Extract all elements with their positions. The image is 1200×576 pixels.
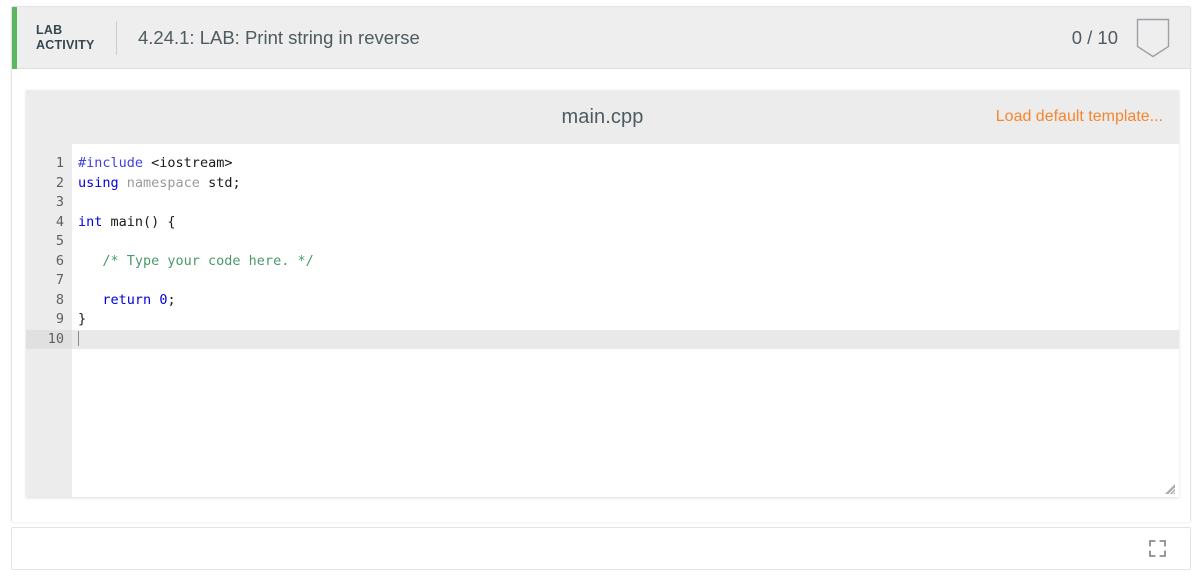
line-number: 5 <box>55 233 64 249</box>
code-line[interactable] <box>72 329 1179 349</box>
line-number-gutter: 1 2 3 4 5 6 7 8 9 10 <box>26 144 72 497</box>
code-token: } <box>78 311 87 327</box>
load-default-template-link[interactable]: Load default template... <box>996 108 1163 126</box>
resize-handle-icon[interactable] <box>1162 481 1176 495</box>
line-number: 8 <box>55 291 64 308</box>
score-value: 0 / 10 <box>1071 26 1118 48</box>
header-divider <box>116 20 117 55</box>
line-number: 6 <box>55 252 64 269</box>
lab-tag-line-1: LAB <box>36 22 63 37</box>
fullscreen-expand-icon[interactable] <box>1149 540 1166 557</box>
lab-tag-line-2: ACTIVITY <box>36 37 95 52</box>
line-number: 3 <box>55 194 64 210</box>
code-line[interactable] <box>78 271 1179 291</box>
lab-activity-tag: LAB ACTIVITY <box>36 23 108 53</box>
line-number: 4 <box>55 213 64 230</box>
shield-outline-icon <box>1136 18 1170 57</box>
line-number: 9 <box>55 311 64 327</box>
code-token: <iostream> <box>151 155 233 171</box>
activity-body: main.cpp Load default template... 1 2 3 4 5 6… <box>12 69 1190 522</box>
code-line[interactable]: #include <iostream> <box>78 154 1179 174</box>
code-token: namespace <box>126 174 200 191</box>
line-number: 1 <box>55 155 64 171</box>
text-cursor <box>78 330 79 346</box>
activity-card: LAB ACTIVITY 4.24.1: LAB: Print string i… <box>11 6 1191 522</box>
code-editor[interactable]: 1 2 3 4 5 6 7 8 9 10 #include <iostream> using nam… <box>26 144 1179 497</box>
editor-filename: main.cpp <box>561 105 644 128</box>
code-editor-widget: main.cpp Load default template... 1 2 3 4 5 6… <box>26 90 1179 497</box>
code-line[interactable]: using namespace std; <box>78 174 1179 194</box>
code-token: using <box>78 174 119 191</box>
code-token: /* Type your code here. */ <box>78 252 314 269</box>
editor-header: main.cpp Load default template... <box>26 90 1179 144</box>
code-token: ; <box>167 291 176 308</box>
lab-activity-page: LAB ACTIVITY 4.24.1: LAB: Print string i… <box>0 0 1200 576</box>
code-token: int <box>78 213 103 230</box>
line-number: 10 <box>26 329 72 349</box>
code-token: #include <box>78 155 144 171</box>
code-token: return <box>102 291 152 308</box>
code-token: main() { <box>110 213 176 230</box>
activity-header: LAB ACTIVITY 4.24.1: LAB: Print string i… <box>12 7 1190 69</box>
code-line[interactable] <box>78 193 1179 213</box>
page-title: 4.24.1: LAB: Print string in reverse <box>138 26 420 48</box>
code-line[interactable]: return 0; <box>78 291 1179 311</box>
code-line[interactable]: /* Type your code here. */ <box>78 252 1179 272</box>
code-token: std; <box>208 174 241 191</box>
code-line[interactable] <box>78 232 1179 252</box>
code-line[interactable]: int main() { <box>78 213 1179 233</box>
score-area: 0 / 10 <box>1072 18 1170 58</box>
code-line[interactable]: } <box>78 310 1179 330</box>
code-text-area[interactable]: #include <iostream> using namespace std; … <box>72 144 1179 497</box>
editor-footer-bar <box>11 527 1191 570</box>
line-number: 7 <box>55 272 64 288</box>
line-number: 2 <box>55 174 64 191</box>
activity-accent-bar <box>12 7 17 69</box>
